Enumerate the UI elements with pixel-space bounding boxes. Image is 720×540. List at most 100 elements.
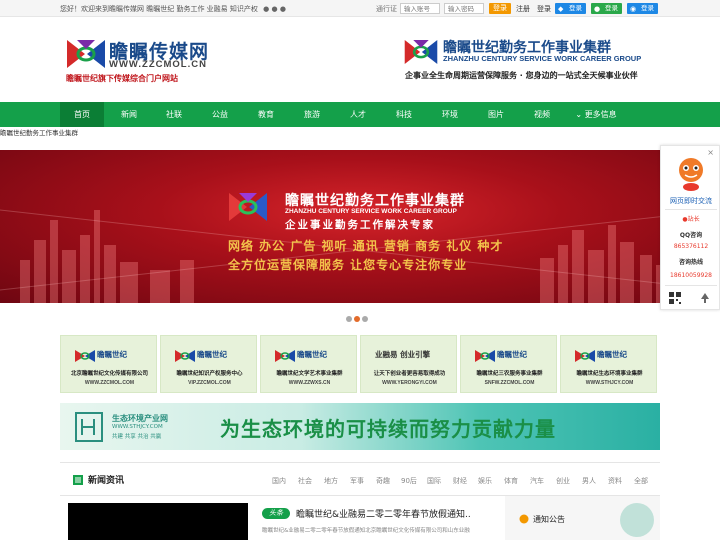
partner-card-subtitle: 瞻瞩世纪三农服务事业集群 xyxy=(476,371,543,377)
breadcrumb: 瞻瞩世纪勤务工作事业集群 xyxy=(0,129,78,137)
group-english-name: ZHANZHU CENTURY SERVICE WORK CAREER GROU… xyxy=(443,54,642,63)
mascot-icon xyxy=(679,158,703,191)
partner-card[interactable]: 瞻瞩世纪 瞻瞩世纪生态环境事业集群 WWW.STHJCY.COM xyxy=(560,335,657,393)
headline-badge: 头条 xyxy=(262,508,290,519)
news-tab[interactable]: 90后 xyxy=(401,476,417,486)
news-tab[interactable]: 地方 xyxy=(324,476,338,486)
close-icon[interactable]: × xyxy=(707,148,714,157)
news-tab[interactable]: 体育 xyxy=(504,476,518,486)
news-video-player[interactable] xyxy=(68,503,248,540)
news-tab[interactable]: 娱乐 xyxy=(478,476,492,486)
account-input[interactable] xyxy=(400,3,440,14)
wechat-icon: ● xyxy=(594,5,601,13)
partner-card-title: 瞻瞩世纪 xyxy=(197,350,227,359)
partner-card-title: 业融易 创业引擎 xyxy=(375,350,431,359)
news-tab[interactable]: 财经 xyxy=(453,476,467,486)
group-logo: 瞻瞩世纪勤务工作事业集群 ZHANZHU CENTURY SERVICE WOR… xyxy=(403,37,663,97)
nav-more[interactable]: ⌄ 更多信息 xyxy=(566,102,626,127)
carousel-dot[interactable] xyxy=(354,316,360,322)
nav-pictures[interactable]: 图片 xyxy=(474,102,518,127)
password-input[interactable] xyxy=(444,3,484,14)
notice-title: 通知公告 xyxy=(533,515,565,524)
partner-card-url: WWW.ZZWXS.CN xyxy=(288,380,331,386)
weibo-icon: ◉ xyxy=(630,5,637,13)
eco-slogan: 为生态环境的可持续而努力贡献力量 xyxy=(220,417,556,441)
banner-tagline: 全方位运营保障服务 让您专心专注你专业 xyxy=(228,258,468,272)
main-nav: 首页 新闻 社联 公益 教育 旅游 人才 科技 环境 图片 视频 ⌄ 更多信息 xyxy=(0,102,720,127)
weibo-icon[interactable]: ● xyxy=(271,5,277,13)
nav-education[interactable]: 教育 xyxy=(244,102,288,127)
eco-name: 生态环境产业网 xyxy=(112,414,168,423)
news-tab[interactable]: 资料 xyxy=(608,476,622,486)
news-tab[interactable]: 奇趣 xyxy=(376,476,390,486)
hotline-number: 18610059928 xyxy=(670,272,712,279)
eco-logo-icon xyxy=(75,412,103,442)
nav-talent[interactable]: 人才 xyxy=(336,102,380,127)
partner-card-title: 瞻瞩世纪 xyxy=(97,350,127,359)
carousel-dot[interactable] xyxy=(362,316,368,322)
news-title: 新闻资讯 xyxy=(88,476,125,486)
partner-card[interactable]: 瞻瞩世纪 瞻瞩世纪文学艺术事业集群 WWW.ZZWXS.CN xyxy=(260,335,357,393)
back-to-top-icon[interactable] xyxy=(699,292,711,304)
site-tagline: 瞻瞩世纪旗下传媒综合门户网站 xyxy=(66,74,178,83)
share-icons: ● ● ● xyxy=(263,5,286,13)
news-tab[interactable]: 社会 xyxy=(298,476,312,486)
float-button[interactable] xyxy=(620,503,654,537)
qq-login-button[interactable]: ◆ 登录 xyxy=(555,3,586,14)
eco-subtitle: 共建 共享 共治 共赢 xyxy=(112,434,162,440)
partner-card-title: 瞻瞩世纪 xyxy=(297,350,327,359)
nav-environment[interactable]: 环境 xyxy=(428,102,472,127)
news-tab[interactable]: 汽车 xyxy=(530,476,544,486)
news-tab[interactable]: 国内 xyxy=(272,476,286,486)
nav-travel[interactable]: 旅游 xyxy=(290,102,334,127)
passport-label: 通行证 xyxy=(376,5,397,13)
nav-social[interactable]: 社联 xyxy=(152,102,196,127)
hero-banner[interactable]: 瞻瞩世纪勤务工作事业集群 ZHANZHU CENTURY SERVICE WOR… xyxy=(0,150,720,303)
eco-banner[interactable]: 生态环境产业网 WWW.STHJCY.COM 共建 共享 共治 共赢 为生态环境… xyxy=(60,403,660,450)
news-tab[interactable]: 全部 xyxy=(634,476,648,486)
news-tab[interactable]: 男人 xyxy=(582,476,596,486)
station-label: ●站长 xyxy=(661,214,720,223)
headline-link[interactable]: 瞻瞩世纪&业融易二零二零年春节放假通知.. xyxy=(296,507,471,520)
partner-card-subtitle: 瞻瞩世纪生态环境事业集群 xyxy=(576,371,643,377)
nav-tech[interactable]: 科技 xyxy=(382,102,426,127)
weibo-login-button[interactable]: ◉ 登录 xyxy=(627,3,658,14)
partner-card-subtitle: 让天下创业者更容易取得成功 xyxy=(373,371,446,377)
wechat-login-button[interactable]: ● 登录 xyxy=(591,3,622,14)
qq-icon[interactable]: ● xyxy=(280,5,286,13)
login-button[interactable]: 登录 xyxy=(489,3,511,14)
welcome-text: 您好！欢迎来到瞻瞩传媒网 瞻瞩世纪 勤务工作 业融易 知识产权 ● ● ● xyxy=(60,4,286,14)
notice-icon xyxy=(519,514,529,524)
site-logo[interactable]: 瞻瞩传媒网 WWW.ZZCMOL.CN 瞻瞩世纪旗下传媒综合门户网站 xyxy=(63,37,223,97)
wechat-icon[interactable]: ● xyxy=(263,5,269,13)
register-link[interactable]: 注册 xyxy=(516,4,530,14)
partner-card[interactable]: 瞻瞩世纪 瞻瞩世纪三农服务事业集群 SNFW.ZZCMOL.COM xyxy=(460,335,557,393)
partner-card[interactable]: 业融易 创业引擎 让天下创业者更容易取得成功 WWW.YERONGYI.COM xyxy=(360,335,457,393)
partner-card-subtitle: 瞻瞩世纪知识产权服务中心 xyxy=(176,371,243,377)
news-tab[interactable]: 创业 xyxy=(556,476,570,486)
news-tab[interactable]: 军事 xyxy=(350,476,364,486)
weibo-login-label: 登录 xyxy=(641,4,654,12)
partner-card-url: WWW.ZZCMOL.COM xyxy=(84,380,135,386)
nav-home[interactable]: 首页 xyxy=(60,102,104,127)
nav-news[interactable]: 新闻 xyxy=(107,102,151,127)
nav-charity[interactable]: 公益 xyxy=(198,102,242,127)
carousel-dot[interactable] xyxy=(346,316,352,322)
nav-video[interactable]: 视频 xyxy=(520,102,564,127)
partner-cards: 瞻瞩世纪 北京瞻瞩世纪文化传媒有限公司 WWW.ZZCMOL.COM 瞻瞩世纪 … xyxy=(60,335,660,393)
chat-link[interactable]: 网页即时交流 xyxy=(661,196,720,206)
news-icon xyxy=(73,475,83,485)
qq-login-label: 登录 xyxy=(569,4,582,12)
site-header: 瞻瞩传媒网 WWW.ZZCMOL.CN 瞻瞩世纪旗下传媒综合门户网站 瞻瞩世纪勤… xyxy=(0,17,720,102)
logo-mark-icon xyxy=(67,40,105,68)
login-link[interactable]: 登录 xyxy=(537,4,551,14)
banner-title: 瞻瞩世纪勤务工作事业集群 xyxy=(285,193,465,209)
partner-card[interactable]: 瞻瞩世纪 瞻瞩世纪知识产权服务中心 VIP.ZZCMOL.COM xyxy=(160,335,257,393)
hotline-label: 咨询热线 xyxy=(678,259,703,266)
qrcode-icon[interactable] xyxy=(669,292,681,304)
banner-english: ZHANZHU CENTURY SERVICE WORK CAREER GROU… xyxy=(285,208,457,215)
news-tab[interactable]: 国际 xyxy=(427,476,441,486)
qq-number[interactable]: 865376112 xyxy=(661,243,720,250)
site-url: WWW.ZZCMOL.CN xyxy=(109,59,207,70)
partner-card[interactable]: 瞻瞩世纪 北京瞻瞩世纪文化传媒有限公司 WWW.ZZCMOL.COM xyxy=(60,335,157,393)
